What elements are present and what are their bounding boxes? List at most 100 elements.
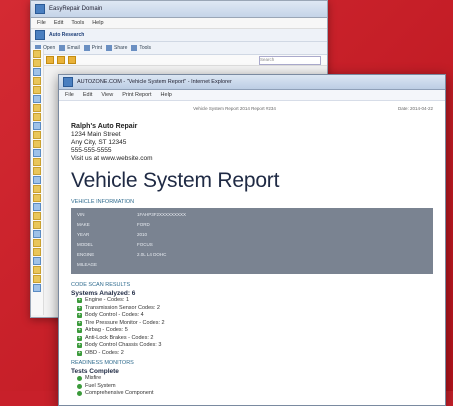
document-icon[interactable] <box>33 175 41 184</box>
expand-icon[interactable]: + <box>77 313 82 319</box>
pass-icon <box>77 391 82 397</box>
folder-icon[interactable] <box>33 157 41 166</box>
pass-icon <box>77 383 82 389</box>
list-item[interactable]: + Anti-Lock Brakes - Codes: 2 <box>77 335 433 343</box>
folder-icon[interactable] <box>33 103 41 112</box>
back-toolbar: Open Email Print Share Tools <box>31 42 327 55</box>
tools-icon <box>131 45 138 51</box>
shop-info: Ralph's Auto Repair 1234 Main Street Any… <box>71 123 433 163</box>
report-document: Vehicle System Report 2014 Report #234 D… <box>59 100 445 405</box>
report-window[interactable]: AUTOZONE.COM - "Vehicle System Report" -… <box>58 74 446 406</box>
app-icon <box>35 4 45 14</box>
menu-edit[interactable]: Edit <box>54 20 63 26</box>
folder-icon[interactable] <box>33 139 41 148</box>
share-icon <box>106 45 113 51</box>
folder-icon[interactable] <box>33 220 41 229</box>
list-item[interactable]: + Airbag - Codes: 5 <box>77 327 433 335</box>
folder-icon[interactable] <box>33 166 41 175</box>
document-icon[interactable] <box>33 256 41 265</box>
document-icon[interactable] <box>33 202 41 211</box>
engine-value: 2.0L L4 DOHC <box>137 252 167 257</box>
folder-icon[interactable] <box>33 76 41 85</box>
expand-icon[interactable]: + <box>77 305 82 311</box>
email-icon <box>59 45 66 51</box>
back-file-tree[interactable] <box>31 49 44 315</box>
toolbar-tools[interactable]: Tools <box>131 45 151 51</box>
folder-icon[interactable] <box>33 85 41 94</box>
document-icon[interactable] <box>33 67 41 76</box>
folder-icon[interactable] <box>33 58 41 67</box>
folder-icon[interactable] <box>33 247 41 256</box>
menu-edit[interactable]: Edit <box>83 92 92 98</box>
nav-up-icon[interactable] <box>57 56 65 64</box>
folder-icon[interactable] <box>33 184 41 193</box>
list-item[interactable]: + Transmission Sensor Codes: 2 <box>77 305 433 313</box>
menu-file[interactable]: File <box>37 20 46 26</box>
engine-key: ENGINE <box>77 252 95 257</box>
document-icon[interactable] <box>33 148 41 157</box>
vin-key: VIN <box>77 212 85 217</box>
document-icon[interactable] <box>33 229 41 238</box>
menu-print-report[interactable]: Print Report <box>122 92 151 98</box>
year-key: YEAR <box>77 232 90 237</box>
shop-name: Ralph's Auto Repair <box>71 123 138 130</box>
folder-icon[interactable] <box>33 211 41 220</box>
folder-icon[interactable] <box>33 193 41 202</box>
menu-tools[interactable]: Tools <box>71 20 84 26</box>
menu-help[interactable]: Help <box>92 20 103 26</box>
make-key: MAKE <box>77 222 90 227</box>
folder-icon[interactable] <box>33 49 41 58</box>
menu-file[interactable]: File <box>65 92 74 98</box>
report-window-titlebar[interactable]: AUTOZONE.COM - "Vehicle System Report" -… <box>59 75 445 90</box>
tests-complete: Tests Complete <box>71 368 119 375</box>
back-menu-bar: File Edit Tools Help <box>31 18 327 29</box>
shop-web: Visit us at www.website.com <box>71 155 153 162</box>
nav-forward-icon[interactable] <box>46 56 54 64</box>
toolbar-print[interactable]: Print <box>83 45 102 51</box>
search-input[interactable]: Search <box>259 55 321 65</box>
list-item: Comprehensive Component <box>77 390 433 398</box>
shop-phone: 555-555-5555 <box>71 147 112 154</box>
doc-header-center: Vehicle System Report 2014 Report #234 <box>193 106 276 111</box>
document-icon[interactable] <box>33 121 41 130</box>
expand-icon[interactable]: + <box>77 350 82 356</box>
document-icon[interactable] <box>33 283 41 292</box>
list-item[interactable]: + Body Control - Codes: 4 <box>77 312 433 320</box>
folder-icon[interactable] <box>33 112 41 121</box>
document-icon[interactable] <box>33 94 41 103</box>
back-window-titlebar[interactable]: EasyRepair Domain <box>31 1 327 18</box>
expand-icon[interactable]: + <box>77 320 82 326</box>
expand-icon[interactable]: + <box>77 335 82 341</box>
doc-header: Vehicle System Report 2014 Report #234 D… <box>71 100 433 111</box>
model-value: FOCUS <box>137 242 153 247</box>
year-value: 2010 <box>137 232 148 237</box>
toolbar-share[interactable]: Share <box>106 45 127 51</box>
menu-view[interactable]: View <box>101 92 113 98</box>
menu-help[interactable]: Help <box>161 92 172 98</box>
list-item[interactable]: + OBD - Codes: 2 <box>77 350 433 358</box>
nav-home-icon[interactable] <box>68 56 76 64</box>
expand-icon[interactable]: + <box>77 343 82 349</box>
list-item[interactable]: + Engine - Codes: 1 <box>77 297 433 305</box>
list-item[interactable]: + Body Control Chassis Codes: 3 <box>77 342 433 350</box>
folder-icon[interactable] <box>33 130 41 139</box>
pass-icon <box>77 376 82 382</box>
expand-icon[interactable]: + <box>77 298 82 304</box>
folder-icon[interactable] <box>33 238 41 247</box>
readiness-label: READINESS MONITORS <box>71 360 134 366</box>
vehicle-info-label: VEHICLE INFORMATION <box>71 199 135 205</box>
print-icon <box>83 45 90 51</box>
folder-icon <box>35 30 45 40</box>
toolbar-email[interactable]: Email <box>59 45 80 51</box>
code-scan-label: CODE SCAN RESULTS <box>71 282 131 288</box>
vin-value: 1FAHP3F2XXXXXXXXX <box>137 212 187 217</box>
vehicle-info-table: VIN 1FAHP3F2XXXXXXXXX MAKE FORD YEAR 201… <box>71 208 433 274</box>
browser-icon <box>63 77 73 87</box>
folder-icon[interactable] <box>33 265 41 274</box>
report-window-title: AUTOZONE.COM - "Vehicle System Report" -… <box>77 79 232 85</box>
folder-icon[interactable] <box>33 274 41 283</box>
list-item[interactable]: + Tire Pressure Monitor - Codes: 2 <box>77 320 433 328</box>
expand-icon[interactable]: + <box>77 328 82 334</box>
systems-list: + Engine - Codes: 1 + Transmission Sensor … <box>77 297 433 357</box>
list-item: Misfire <box>77 375 433 383</box>
